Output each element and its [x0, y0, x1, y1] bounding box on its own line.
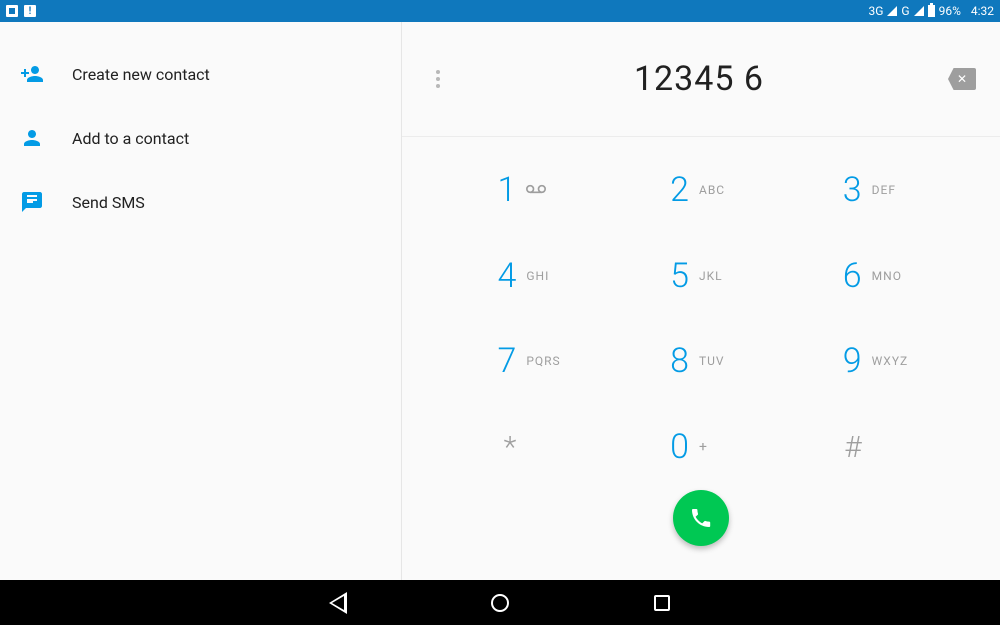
send-sms-label: Send SMS [72, 193, 145, 212]
key-9[interactable]: 9WXYZ [787, 319, 960, 405]
key-1[interactable]: 1 [442, 147, 615, 233]
key-8[interactable]: 8TUV [615, 319, 788, 405]
home-icon [491, 594, 509, 612]
dialer-pane: 12345 6 ✕ 1 2ABC 3DEF 4GHI 5JKL 6MNO 7PQ… [402, 22, 1000, 580]
overflow-menu-button[interactable] [426, 70, 450, 88]
key-5[interactable]: 5JKL [615, 233, 788, 319]
signal-icon [914, 6, 924, 16]
dialed-number: 12345 6 [450, 59, 948, 99]
battery-icon [928, 5, 935, 17]
person-icon [20, 126, 44, 150]
network-2-label: G [901, 4, 909, 18]
voicemail-icon [526, 183, 566, 197]
backspace-button[interactable]: ✕ [948, 68, 976, 90]
key-4[interactable]: 4GHI [442, 233, 615, 319]
phone-icon [689, 506, 713, 530]
send-sms-button[interactable]: Send SMS [0, 170, 401, 234]
key-3[interactable]: 3DEF [787, 147, 960, 233]
main-area: Create new contact Add to a contact Send… [0, 22, 1000, 580]
status-bar: ! 3G G 96% 4:32 [0, 0, 1000, 22]
image-icon [6, 5, 18, 17]
create-contact-label: Create new contact [72, 65, 210, 84]
key-2[interactable]: 2ABC [615, 147, 788, 233]
navigation-bar [0, 580, 1000, 625]
person-add-icon [20, 62, 44, 86]
add-to-contact-button[interactable]: Add to a contact [0, 106, 401, 170]
signal-icon [887, 6, 897, 16]
call-row [402, 490, 1000, 580]
key-0[interactable]: 0+ [615, 404, 788, 490]
key-star[interactable]: * [442, 404, 615, 490]
nav-home-button[interactable] [489, 592, 511, 614]
message-icon [20, 190, 44, 214]
call-button[interactable] [673, 490, 729, 546]
keypad: 1 2ABC 3DEF 4GHI 5JKL 6MNO 7PQRS 8TUV 9W… [402, 137, 1000, 490]
key-6[interactable]: 6MNO [787, 233, 960, 319]
add-to-contact-label: Add to a contact [72, 129, 189, 148]
key-hash[interactable]: # [787, 404, 960, 490]
nav-recent-button[interactable] [651, 592, 673, 614]
clock: 4:32 [971, 4, 994, 18]
actions-pane: Create new contact Add to a contact Send… [0, 22, 402, 580]
battery-percent: 96% [939, 4, 961, 18]
recent-icon [654, 595, 670, 611]
number-display-row: 12345 6 ✕ [402, 22, 1000, 137]
key-7[interactable]: 7PQRS [442, 319, 615, 405]
alert-icon: ! [24, 5, 36, 17]
nav-back-button[interactable] [327, 592, 349, 614]
back-icon [329, 592, 347, 614]
create-contact-button[interactable]: Create new contact [0, 42, 401, 106]
network-1-label: 3G [868, 4, 883, 18]
